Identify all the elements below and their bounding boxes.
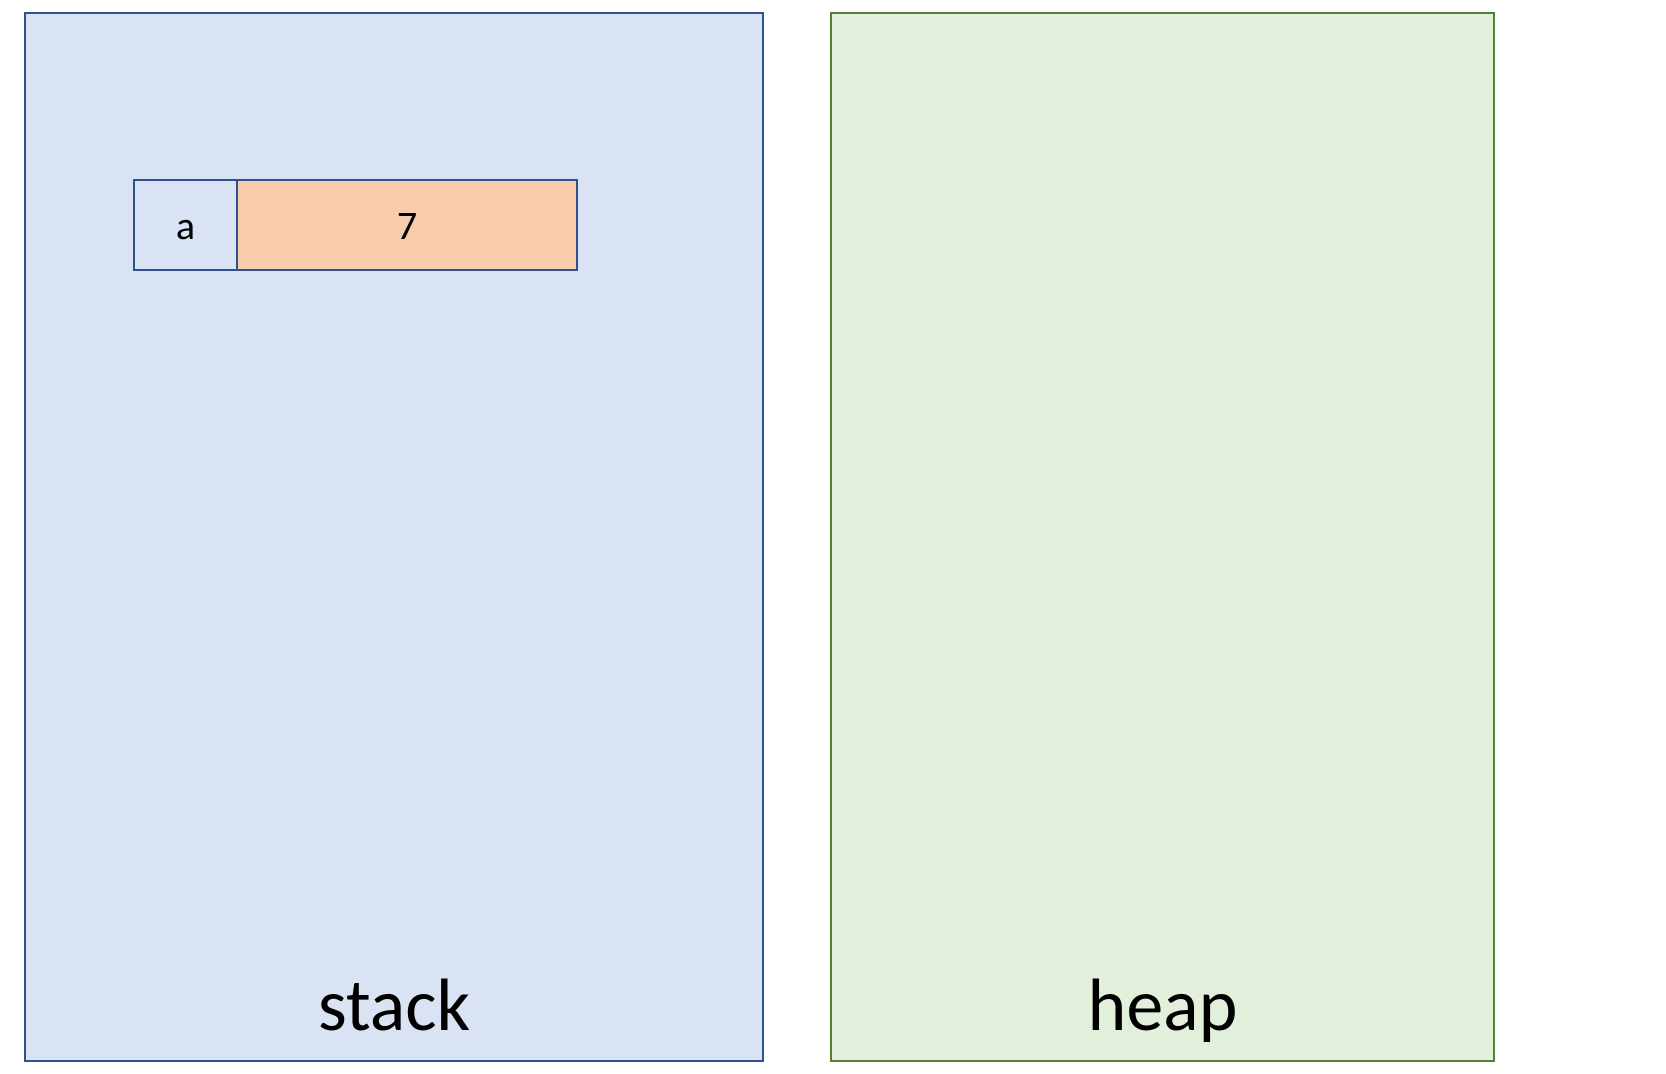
stack-region: a 7 stack	[24, 12, 764, 1062]
variable-row: a 7	[133, 179, 578, 271]
variable-name-cell: a	[133, 179, 238, 271]
stack-label: stack	[26, 960, 762, 1050]
heap-label: heap	[832, 960, 1493, 1050]
variable-value-cell: 7	[238, 179, 578, 271]
heap-region: heap	[830, 12, 1495, 1062]
